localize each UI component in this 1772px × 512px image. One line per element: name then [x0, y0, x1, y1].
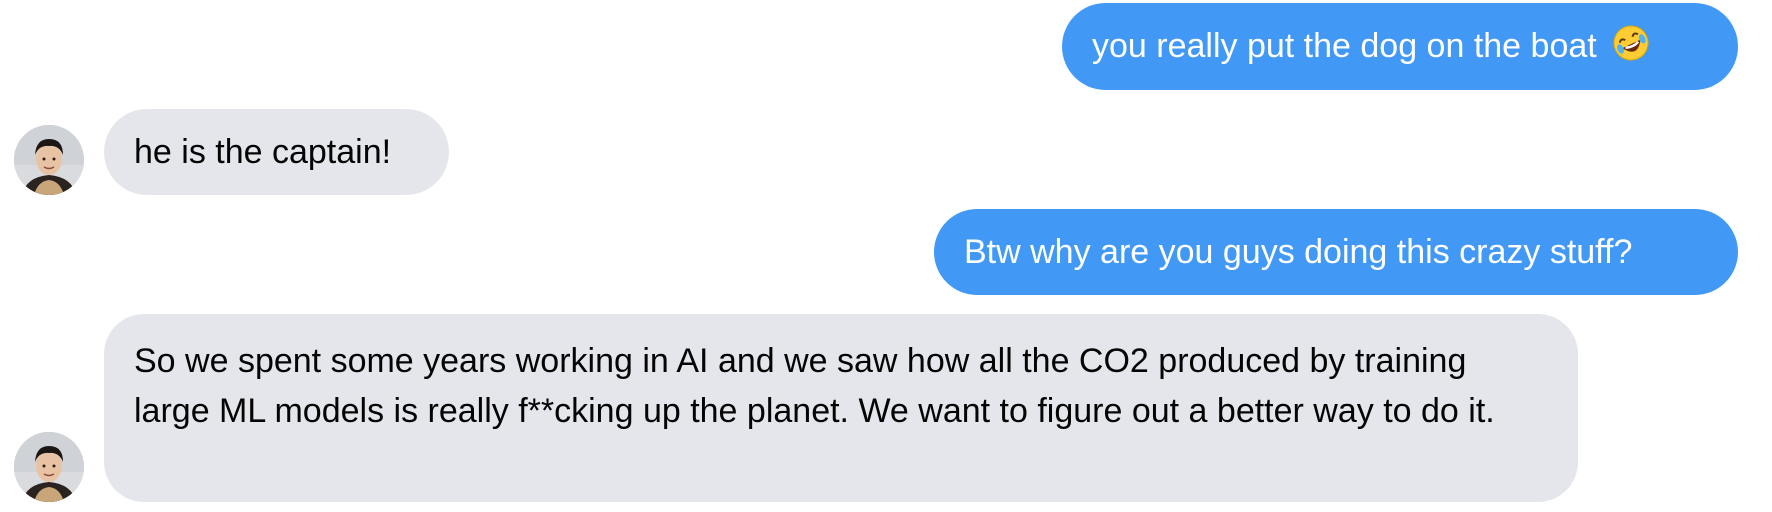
message-text: he is the captain! — [134, 133, 392, 171]
contact-avatar[interactable] — [14, 432, 84, 502]
contact-avatar[interactable] — [14, 125, 84, 195]
message-text: you really put the dog on the boat — [1092, 27, 1597, 65]
rolling-on-floor-laughing-emoji-icon — [1612, 24, 1650, 62]
message-bubble-received[interactable]: So we spent some years working in AI and… — [104, 314, 1578, 502]
message-bubble-sent[interactable]: you really put the dog on the boat — [1062, 3, 1738, 90]
message-text: Btw why are you guys doing this crazy st… — [964, 233, 1633, 271]
message-text: So we spent some years working in AI and… — [134, 342, 1495, 430]
message-bubble-sent[interactable]: Btw why are you guys doing this crazy st… — [934, 209, 1738, 295]
message-bubble-received[interactable]: he is the captain! — [104, 109, 449, 195]
